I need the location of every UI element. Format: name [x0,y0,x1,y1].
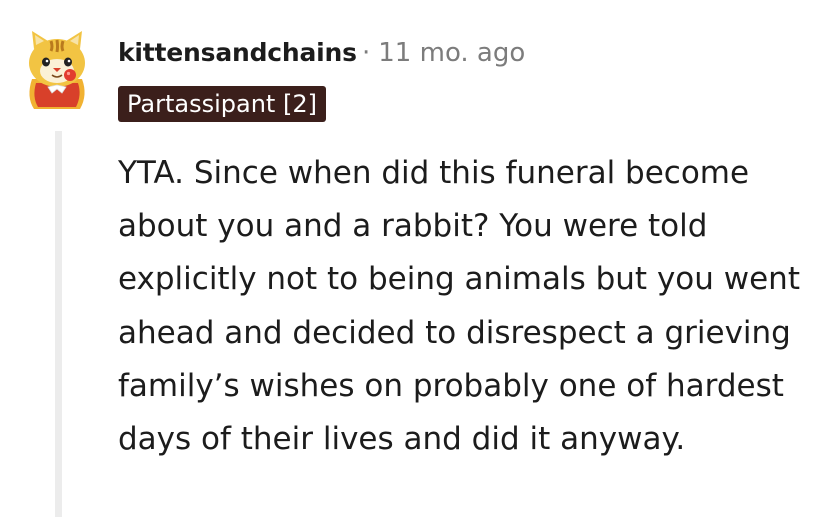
user-avatar-icon[interactable] [22,27,92,111]
comment-meta: · 11 mo. ago [362,35,525,71]
comment-timestamp[interactable]: 11 mo. ago [378,38,525,68]
comment-body: YTA. Since when did this funeral become … [118,155,800,458]
thread-line[interactable] [55,131,62,517]
user-flair-badge: Partassipant [2] [118,86,326,122]
comment-username[interactable]: kittensandchains [118,36,357,70]
comment: kittensandchains · 11 mo. ago Partassipan… [0,0,833,517]
cat-avatar-icon [29,31,85,109]
meta-separator: · [362,38,371,68]
